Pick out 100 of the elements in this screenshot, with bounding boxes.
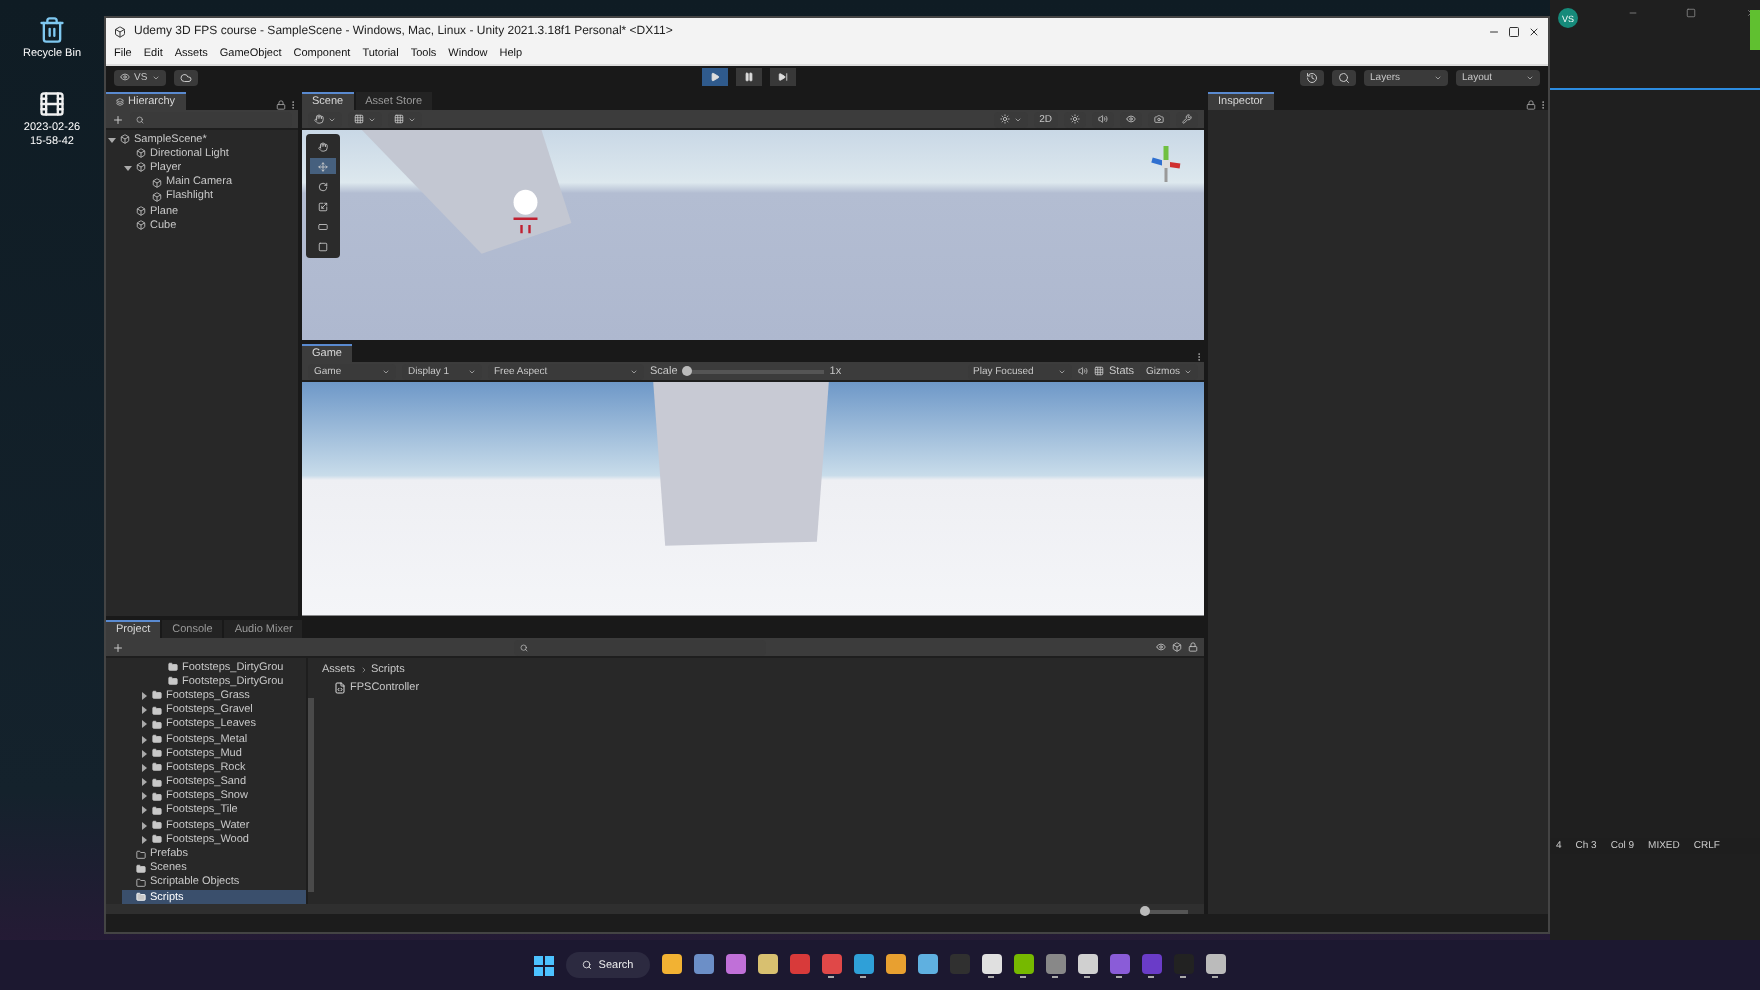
app-icon[interactable] [757,953,778,973]
rect-icon [318,221,328,231]
folder-icon [152,719,162,730]
folder-icon [152,834,162,845]
folder-icon [136,892,146,903]
slider-thumb[interactable] [682,365,693,376]
slider-thumb[interactable] [1140,906,1151,917]
move-icon [318,161,328,171]
rotate-icon [318,181,328,191]
speaker-icon [1098,114,1108,124]
move-tool[interactable] [310,158,336,174]
play-button[interactable] [701,68,728,86]
lock-icon[interactable] [1526,100,1536,110]
app-icon[interactable] [917,953,938,973]
maximize-icon[interactable] [1508,25,1520,37]
folder-icon [136,863,146,874]
expand-arrow-icon[interactable] [139,821,147,830]
app-icon[interactable] [885,953,906,973]
app-icon[interactable] [853,953,874,973]
scroll-marker [1750,10,1760,50]
lock-icon[interactable] [276,100,286,110]
expand-arrow-icon[interactable] [139,778,147,787]
expand-arrow-icon[interactable] [139,749,147,758]
cube-icon [136,206,146,217]
folder-icon [152,705,162,716]
eye-icon[interactable] [1156,642,1166,652]
cube-icon [152,177,162,188]
cube-icon [152,191,162,202]
step-button[interactable] [769,68,796,86]
transform-icon [318,241,328,251]
speaker-icon[interactable] [1077,366,1087,377]
cloud-icon [179,71,192,83]
expand-arrow-icon[interactable] [139,835,147,844]
close-icon[interactable] [1528,25,1540,37]
expand-arrow-icon[interactable] [139,720,147,729]
folder-icon [152,820,162,831]
grid-icon [394,114,404,124]
hand-icon [318,141,328,151]
expand-arrow-icon[interactable] [139,706,147,715]
expand-arrow-icon[interactable] [139,806,147,815]
folder-icon [152,762,162,773]
search-icon [1338,71,1351,83]
folder-icon [152,791,162,802]
folder-icon [152,734,162,745]
search-icon [520,643,528,651]
scrollbar[interactable] [308,698,314,893]
eye-icon [1126,114,1136,124]
recycle-bin-icon[interactable] [37,16,66,44]
pause-button[interactable] [735,68,762,86]
script-file-icon [334,682,346,694]
folder-icon [152,748,162,759]
pause-icon [743,72,754,82]
folder-icon [152,805,162,816]
app-icon [114,25,126,37]
collapse-arrow-icon[interactable] [107,135,115,144]
cube-icon [136,220,146,231]
folder-icon [136,877,146,888]
folder-icon [152,690,162,701]
cube-icon [136,162,146,173]
grid-icon [354,114,364,124]
app-icon[interactable] [981,953,1002,973]
expand-arrow-icon[interactable] [139,691,147,700]
app-icon[interactable] [1077,953,1098,973]
windows-logo-icon[interactable] [534,955,555,975]
gizmos-button[interactable] [1176,111,1198,127]
app-icon[interactable] [1205,953,1226,973]
expand-arrow-icon[interactable] [139,792,147,801]
cube-icon [136,148,146,159]
search-button[interactable] [1332,69,1357,85]
add-icon[interactable] [112,641,124,653]
play-icon [709,72,720,82]
folder-icon [168,662,178,673]
expand-arrow-icon[interactable] [139,763,147,772]
cube-icon[interactable] [1172,642,1182,652]
app-icon[interactable] [661,953,682,973]
expand-arrow-icon[interactable] [139,735,147,744]
collapse-arrow-icon[interactable] [123,163,131,172]
cloud-button[interactable] [173,69,198,85]
step-icon [777,72,788,82]
grid-icon[interactable] [1093,366,1103,377]
history-icon [1306,71,1319,83]
folder-icon [152,777,162,788]
scale-icon [318,201,328,211]
hand-icon [314,114,324,124]
camera-icon [1154,114,1164,124]
folder-icon [168,676,178,687]
app-icon[interactable] [693,953,714,973]
video-file-icon[interactable] [37,90,66,119]
search-icon [582,960,593,970]
lock-icon[interactable] [1188,642,1198,652]
minimize-icon[interactable] [1488,25,1500,37]
app-icon[interactable] [1013,953,1034,973]
search-icon [136,115,144,123]
folder-icon [136,849,146,860]
app-icon[interactable] [725,953,746,973]
add-icon[interactable] [112,113,124,125]
history-button[interactable] [1300,69,1325,85]
eye-icon [120,72,130,82]
scene-icon [120,134,130,145]
wrench-icon [1182,114,1192,124]
